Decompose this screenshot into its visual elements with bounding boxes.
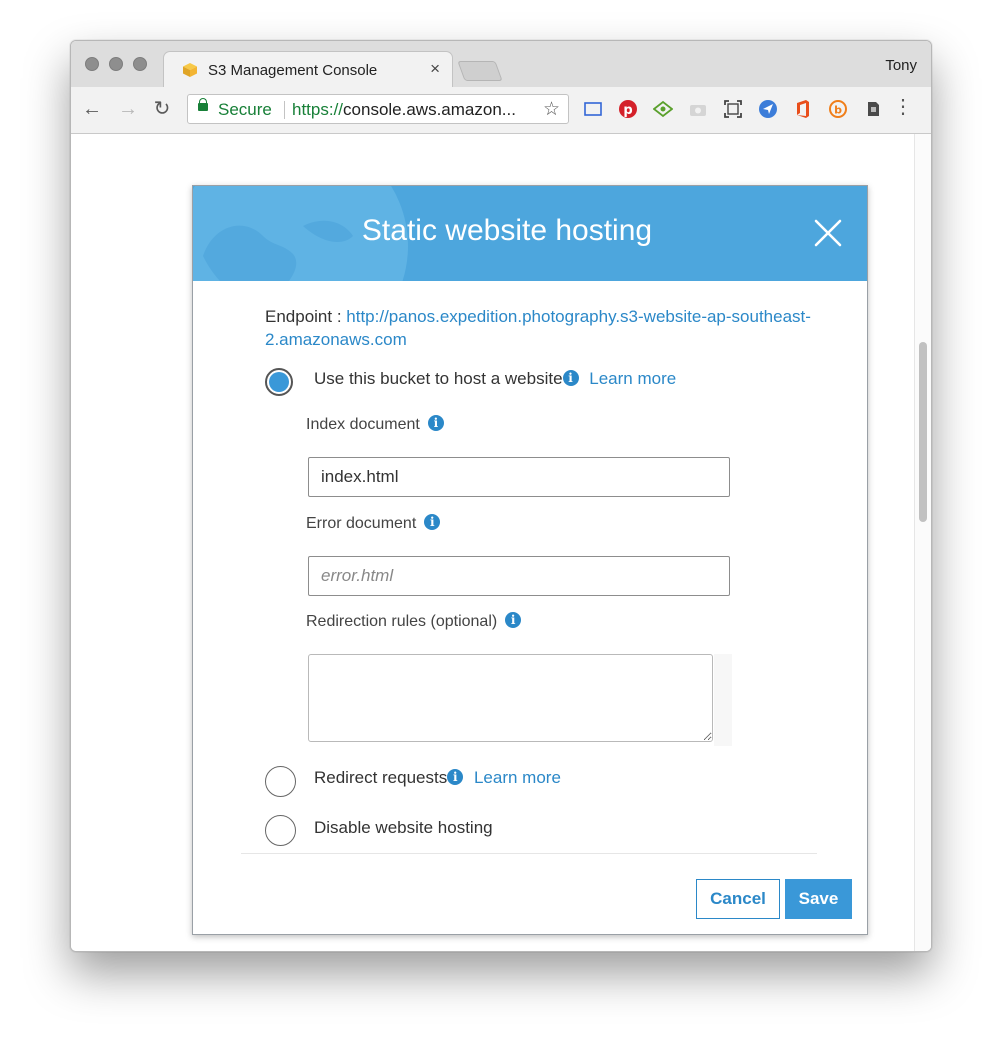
- dialog-title: Static website hosting: [361, 214, 653, 247]
- title-bar: S3 Management Console × Tony: [71, 41, 931, 89]
- lock-icon: [198, 98, 208, 111]
- send-icon[interactable]: [758, 99, 778, 119]
- browser-menu-icon[interactable]: ⋮: [893, 97, 913, 117]
- page-content: Static website hosting Endpoint : http:/…: [71, 134, 931, 951]
- secure-label: Secure: [218, 100, 272, 119]
- error-document-label: Error document: [306, 515, 417, 532]
- save-button[interactable]: Save: [785, 879, 852, 919]
- index-document-field-label: Index document i: [306, 415, 444, 434]
- browser-toolbar: ← → ↻ Secure https://console.aws.amazon.…: [71, 87, 931, 134]
- dialog-body: Endpoint : http://panos.expedition.photo…: [193, 281, 867, 934]
- tab-s3-console[interactable]: S3 Management Console ×: [163, 51, 453, 89]
- redirect-requests-radio[interactable]: [265, 766, 296, 797]
- camera-icon[interactable]: [688, 99, 708, 119]
- redirection-rules-field-label: Redirection rules (optional) i: [306, 612, 522, 631]
- cancel-button[interactable]: Cancel: [696, 879, 780, 919]
- evernote-icon[interactable]: [863, 99, 883, 119]
- office-icon[interactable]: [793, 99, 813, 119]
- close-icon[interactable]: [811, 216, 845, 250]
- new-tab-button[interactable]: [457, 61, 503, 81]
- redirection-rules-label: Redirection rules (optional): [306, 613, 498, 630]
- info-icon[interactable]: i: [424, 514, 441, 530]
- bookmark-star-icon[interactable]: ☆: [543, 98, 560, 121]
- profile-name[interactable]: Tony: [885, 57, 917, 74]
- reload-icon[interactable]: ↻: [151, 98, 173, 120]
- url-scheme: https://: [292, 100, 344, 119]
- url-host: console.aws.amazon...: [343, 100, 516, 119]
- back-arrow-icon[interactable]: ←: [81, 98, 103, 120]
- index-document-input[interactable]: [308, 457, 730, 497]
- aws-cube-icon: [183, 63, 197, 77]
- redirect-learn-more-link[interactable]: Learn more: [474, 768, 561, 787]
- footer-divider: [241, 853, 817, 854]
- host-learn-more-link[interactable]: Learn more: [589, 369, 676, 388]
- host-website-radio[interactable]: [265, 368, 293, 396]
- tab-close-icon[interactable]: ×: [430, 60, 440, 77]
- static-website-hosting-dialog: Static website hosting Endpoint : http:/…: [192, 185, 868, 935]
- error-document-input[interactable]: [308, 556, 730, 596]
- textarea-gutter: [714, 654, 732, 746]
- page-scrollbar[interactable]: [914, 134, 931, 951]
- forward-arrow-icon[interactable]: →: [117, 98, 139, 120]
- address-separator: [284, 101, 285, 119]
- svg-text:p: p: [623, 103, 632, 118]
- host-website-option: Use this bucket to host a website i Learn…: [314, 369, 676, 389]
- endpoint-label: Endpoint :: [265, 307, 347, 326]
- endpoint: Endpoint : http://panos.expedition.photo…: [265, 305, 825, 351]
- dialog-header: Static website hosting: [193, 186, 867, 281]
- error-document-field-label: Error document i: [306, 514, 441, 533]
- url-text: https://console.aws.amazon...: [292, 100, 516, 120]
- tab-title: S3 Management Console: [208, 62, 378, 79]
- close-window-button[interactable]: [85, 57, 99, 71]
- host-website-label[interactable]: Use this bucket to host a website: [314, 369, 563, 388]
- endpoint-link[interactable]: http://panos.expedition.photography.s3-w…: [265, 307, 811, 349]
- info-icon[interactable]: i: [505, 612, 522, 628]
- disable-hosting-radio[interactable]: [265, 815, 296, 846]
- eye-icon[interactable]: [653, 99, 673, 119]
- disable-hosting-label[interactable]: Disable website hosting: [314, 818, 493, 838]
- redirection-rules-textarea[interactable]: [308, 654, 713, 742]
- index-document-label: Index document: [306, 416, 420, 433]
- screenshot-icon[interactable]: [723, 99, 743, 119]
- scrollbar-thumb[interactable]: [919, 342, 927, 522]
- redirect-requests-option: Redirect requests i Learn more: [314, 768, 561, 788]
- info-icon[interactable]: i: [562, 370, 579, 386]
- minimize-window-button[interactable]: [109, 57, 123, 71]
- svg-text:b: b: [834, 104, 842, 117]
- info-icon[interactable]: i: [447, 769, 464, 785]
- info-icon[interactable]: i: [427, 415, 444, 431]
- pinterest-icon[interactable]: p: [618, 99, 638, 119]
- b-icon[interactable]: b: [828, 99, 848, 119]
- cast-icon[interactable]: [583, 99, 603, 119]
- redirect-requests-label[interactable]: Redirect requests: [314, 768, 447, 787]
- browser-window: S3 Management Console × Tony ← → ↻ Secur…: [70, 40, 932, 952]
- address-bar[interactable]: Secure https://console.aws.amazon... ☆: [187, 94, 569, 124]
- zoom-window-button[interactable]: [133, 57, 147, 71]
